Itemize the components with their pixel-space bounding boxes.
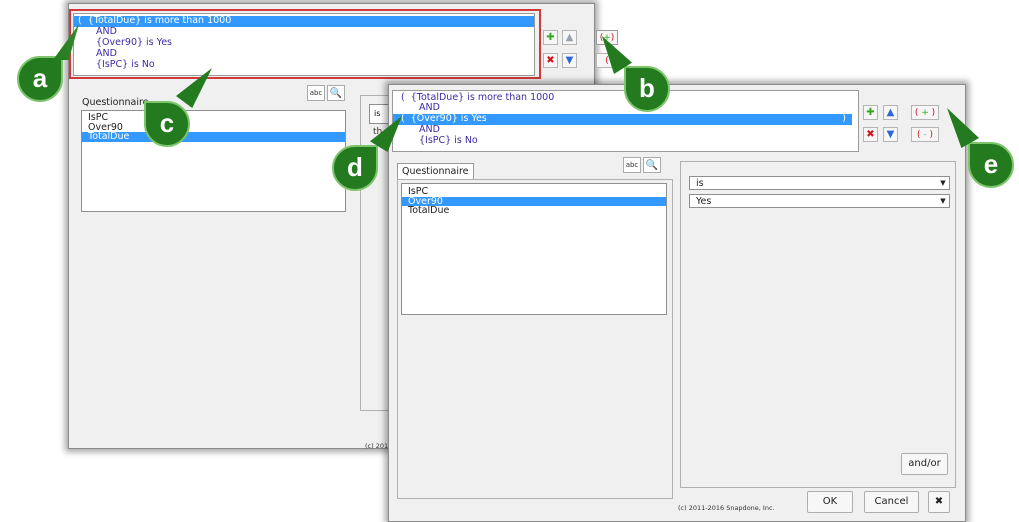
condition-text: {IsPC} is No: [96, 59, 155, 70]
move-down-button[interactable]: ▼: [562, 53, 577, 68]
condition-row-4[interactable]: AND: [419, 124, 440, 136]
close-x-button[interactable]: ✖: [928, 491, 950, 513]
condition-row-2[interactable]: AND: [419, 102, 440, 114]
paren-left: (: [914, 108, 919, 118]
delete-condition-button[interactable]: ✖: [863, 127, 878, 142]
condition-text: AND: [96, 48, 117, 59]
condition-text: {Over90} is Yes: [96, 37, 172, 48]
condition-row-1[interactable]: ( {TotalDue} is more than 1000: [74, 15, 534, 27]
list-item[interactable]: TotalDue: [402, 206, 666, 216]
paren-left: (: [605, 56, 609, 66]
paren-left: (: [916, 130, 921, 140]
remove-parentheses-button[interactable]: ( - ): [911, 127, 939, 142]
condition-text: {TotalDue} is more than 1000: [87, 15, 232, 26]
add-condition-button[interactable]: ✚: [543, 30, 558, 45]
list-item-selected[interactable]: TotalDue: [82, 132, 345, 142]
paren-left: (: [401, 113, 405, 124]
paren-right: ): [929, 130, 934, 140]
condition-row-4[interactable]: AND: [96, 48, 117, 60]
condition-text: AND: [96, 26, 117, 37]
condition-text: {Over90} is Yes: [410, 113, 487, 124]
cancel-button[interactable]: Cancel: [864, 491, 919, 513]
condition-row-5[interactable]: {IsPC} is No: [96, 59, 155, 71]
ok-button[interactable]: OK: [807, 491, 853, 513]
condition-text: AND: [419, 102, 440, 113]
paren-right: ): [842, 113, 846, 124]
callout-c: c: [144, 101, 190, 147]
operator-value: is: [696, 178, 704, 189]
abc-filter-button[interactable]: abc: [623, 157, 641, 173]
condition-row-2[interactable]: AND: [96, 26, 117, 38]
delete-condition-button[interactable]: ✖: [543, 53, 558, 68]
condition-row-5[interactable]: {IsPC} is No: [419, 135, 478, 147]
back-condition-list[interactable]: ( {TotalDue} is more than 1000 AND {Over…: [73, 13, 535, 76]
callout-d: d: [332, 145, 378, 191]
move-up-button[interactable]: ▲: [883, 105, 898, 120]
value-text: Yes: [696, 196, 712, 207]
condition-text: {IsPC} is No: [419, 135, 478, 146]
plus-icon: +: [921, 108, 929, 118]
minus-icon: -: [923, 130, 927, 140]
condition-editor-panel: [680, 161, 956, 488]
chevron-down-icon[interactable]: ▼: [938, 196, 948, 206]
callout-b: b: [624, 66, 670, 112]
tab-questionnaire[interactable]: Questionnaire: [397, 163, 474, 179]
search-icon[interactable]: 🔍: [643, 157, 661, 173]
back-field-list[interactable]: IsPC Over90 TotalDue: [81, 110, 346, 212]
value-select[interactable]: Yes ▼: [689, 194, 950, 208]
paren-left: (: [401, 92, 405, 103]
condition-row-3[interactable]: {Over90} is Yes: [96, 37, 172, 49]
paren-right: ): [931, 108, 936, 118]
copyright-text: (c) 2011-2016 Snapdone, Inc.: [678, 504, 775, 512]
move-up-button[interactable]: ▲: [562, 30, 577, 45]
callout-e: e: [968, 142, 1014, 188]
condition-row-3-selected[interactable]: ( {Over90} is Yes ): [393, 113, 852, 125]
and-or-button[interactable]: and/or: [901, 453, 948, 475]
abc-filter-button[interactable]: abc: [307, 85, 325, 101]
move-down-button[interactable]: ▼: [883, 127, 898, 142]
condition-text: AND: [419, 124, 440, 135]
operator-select[interactable]: is ▼: [689, 176, 950, 190]
front-field-list[interactable]: IsPC Over90 TotalDue: [401, 183, 667, 315]
front-dialog: ( {TotalDue} is more than 1000 AND ( {Ov…: [388, 84, 966, 522]
chevron-down-icon[interactable]: ▼: [938, 178, 948, 188]
back-operator-combo[interactable]: is: [369, 104, 389, 124]
search-icon[interactable]: 🔍: [327, 85, 345, 101]
add-condition-button[interactable]: ✚: [863, 105, 878, 120]
tab-questionnaire[interactable]: Questionnaire: [82, 97, 149, 108]
callout-a: a: [17, 56, 63, 102]
paren-right: ): [610, 33, 615, 43]
add-parentheses-button[interactable]: ( + ): [911, 105, 939, 120]
paren-left: (: [78, 15, 82, 26]
